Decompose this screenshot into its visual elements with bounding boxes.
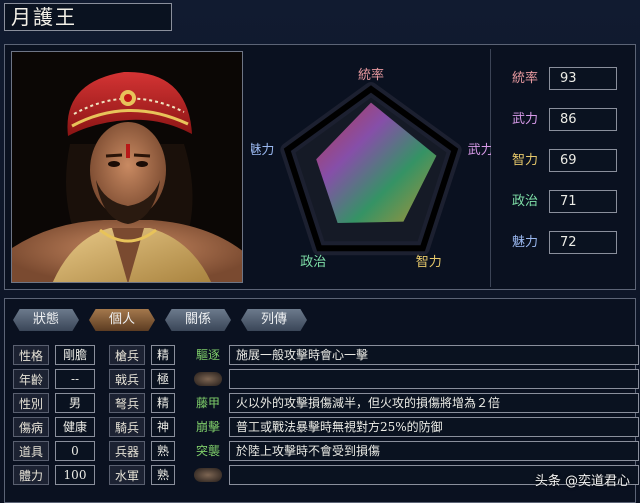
troop-aptitude: 精 (151, 345, 175, 365)
troop-aptitude: 極 (151, 369, 175, 389)
personal-value: 剛膽 (55, 345, 95, 365)
radar-label: 統率 (358, 67, 384, 83)
skill-description: 火以外的攻擊損傷減半，但火攻的損傷將增為２倍 (229, 393, 639, 413)
troop-label: 兵器 (109, 441, 145, 461)
tab-2[interactable]: 個人 (89, 309, 155, 331)
personal-label: 傷病 (13, 417, 49, 437)
personal-label: 年齡 (13, 369, 49, 389)
stats-panel: 統率 93 武力 86 智力 69 政治 71 魅力 72 (505, 67, 629, 272)
troop-aptitude: 熟 (151, 465, 175, 485)
skill-name: 驅逐 (195, 348, 220, 362)
stat-value: 71 (549, 190, 617, 213)
personal-value: 男 (55, 393, 95, 413)
stats-radar-chart: 統率武力智力 政治 魅力 (248, 49, 494, 287)
stat-value: 93 (549, 67, 617, 90)
stat-value: 69 (549, 149, 617, 172)
skill-name: 突襲 (195, 444, 220, 458)
personal-label: 性別 (13, 393, 49, 413)
personal-value: 100 (55, 465, 95, 485)
skill-icon-blurred (194, 372, 222, 386)
skill-description: 於陸上攻擊時不會受到損傷 (229, 441, 639, 461)
radar-svg: 統率武力智力 政治 魅力 (248, 67, 493, 270)
stat-row: 智力 69 (505, 149, 629, 172)
stat-label: 魅力 (511, 235, 538, 250)
stat-label: 武力 (511, 112, 538, 127)
troop-label: 弩兵 (109, 393, 145, 413)
character-screen: 月護王 統率 武力 智力 政治 魅力 統率 93 武力 86 智力 69 政治 … (0, 0, 640, 503)
personal-value: 健康 (55, 417, 95, 437)
character-name: 月護王 (4, 3, 172, 31)
stat-row: 政治 71 (505, 190, 629, 213)
personal-label: 道具 (13, 441, 49, 461)
tab-4[interactable]: 列傳 (241, 309, 307, 331)
personal-label: 體力 (13, 465, 49, 485)
skill-description: 普工或戰法暴擊時無視對方25%的防御 (229, 417, 639, 437)
tab-1[interactable]: 狀態 (13, 309, 79, 331)
stat-row: 統率 93 (505, 67, 629, 90)
stat-value: 86 (549, 108, 617, 131)
skill-icon-blurred (194, 468, 222, 482)
troop-label: 水軍 (109, 465, 145, 485)
troop-label: 戟兵 (109, 369, 145, 389)
skill-description (229, 369, 639, 389)
troop-aptitude: 熟 (151, 441, 175, 461)
skill-description: 施展一般攻擊時會心一擊 (229, 345, 639, 365)
personal-value: 0 (55, 441, 95, 461)
tab-3[interactable]: 關係 (165, 309, 231, 331)
radar-label: 智力 (416, 255, 442, 270)
watermark: 头条 @奕道君心 (534, 474, 630, 489)
personal-value: -- (55, 369, 95, 389)
stat-label: 政治 (511, 194, 538, 209)
stat-label: 智力 (511, 153, 538, 168)
personal-label: 性格 (13, 345, 49, 365)
troop-aptitude: 精 (151, 393, 175, 413)
radar-label: 政治 (300, 255, 326, 270)
skill-name: 崩擊 (195, 420, 220, 434)
character-portrait (11, 51, 243, 283)
skill-name: 藤甲 (195, 396, 220, 410)
top-panel: 統率 武力 智力 政治 魅力 統率 93 武力 86 智力 69 政治 71 魅力 72 (4, 44, 636, 290)
radar-label: 魅力 (251, 143, 274, 158)
troop-label: 騎兵 (109, 417, 145, 437)
radar-label: 武力 (468, 143, 491, 158)
troop-aptitude: 神 (151, 417, 175, 437)
portrait-image (12, 52, 242, 282)
stat-label: 統率 (511, 71, 538, 86)
stat-row: 武力 86 (505, 108, 629, 131)
stat-row: 魅力 72 (505, 231, 629, 254)
troop-label: 槍兵 (109, 345, 145, 365)
stat-value: 72 (549, 231, 617, 254)
